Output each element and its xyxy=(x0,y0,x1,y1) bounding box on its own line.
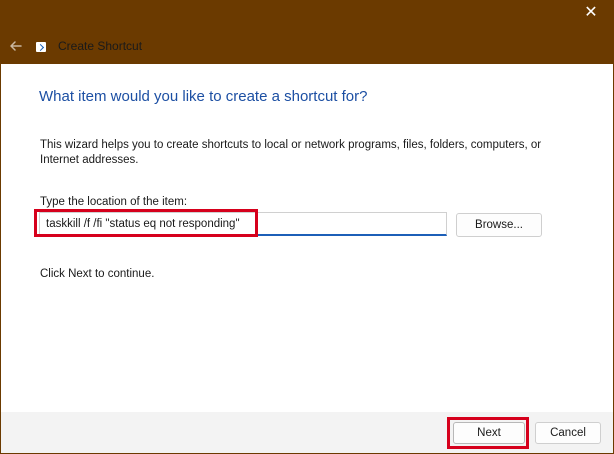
browse-button[interactable]: Browse... xyxy=(456,213,542,237)
window-top-bar: ✕ xyxy=(0,0,614,28)
shortcut-icon xyxy=(36,42,46,52)
location-label: Type the location of the item: xyxy=(40,196,188,208)
wizard-footer: Next Cancel xyxy=(0,412,614,454)
wizard-content: What item would you like to create a sho… xyxy=(0,64,614,412)
page-heading: What item would you like to create a sho… xyxy=(39,88,368,105)
wizard-description: This wizard helps you to create shortcut… xyxy=(40,139,542,166)
cancel-button[interactable]: Cancel xyxy=(535,422,601,444)
location-input[interactable] xyxy=(39,212,447,236)
create-shortcut-window: ✕ Create Shortcut What item would you li… xyxy=(0,0,614,454)
continue-hint: Click Next to continue. xyxy=(40,268,155,280)
close-icon[interactable]: ✕ xyxy=(582,4,600,22)
window-title: Create Shortcut xyxy=(58,39,143,53)
next-button[interactable]: Next xyxy=(453,422,525,444)
back-arrow-icon[interactable] xyxy=(6,36,26,56)
title-bar: Create Shortcut xyxy=(0,28,614,64)
